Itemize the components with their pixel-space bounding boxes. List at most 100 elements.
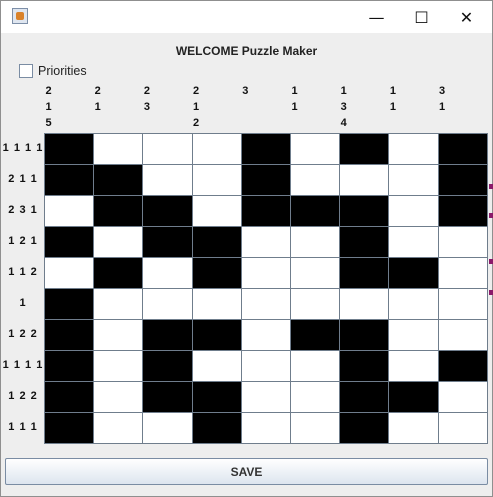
grid-cell[interactable]: [290, 412, 341, 444]
grid-cell[interactable]: [191, 350, 242, 382]
grid-cell[interactable]: [142, 288, 193, 320]
grid-cell[interactable]: [191, 195, 242, 227]
grid-cell[interactable]: [437, 257, 488, 289]
grid-cell[interactable]: [339, 195, 390, 227]
grid-cell[interactable]: [191, 288, 242, 320]
grid-cell[interactable]: [437, 164, 488, 196]
grid-cell[interactable]: [388, 226, 439, 258]
grid-cell[interactable]: [388, 381, 439, 413]
grid-cell[interactable]: [240, 133, 291, 165]
grid-cell[interactable]: [437, 412, 488, 444]
grid-cell[interactable]: [339, 288, 390, 320]
grid-cell[interactable]: [388, 319, 439, 351]
grid-cell[interactable]: [437, 350, 488, 382]
grid-cell[interactable]: [388, 164, 439, 196]
maximize-button[interactable]: ☐: [399, 1, 444, 33]
grid-cell[interactable]: [339, 164, 390, 196]
row-clue: 2 1 1: [8, 173, 38, 185]
grid-cell[interactable]: [93, 164, 144, 196]
grid-cell[interactable]: [240, 257, 291, 289]
close-button[interactable]: ✕: [444, 1, 489, 33]
grid-cell[interactable]: [388, 133, 439, 165]
grid-cell[interactable]: [142, 381, 193, 413]
checkbox-box[interactable]: [19, 64, 33, 78]
grid-cell[interactable]: [44, 412, 95, 444]
grid-cell[interactable]: [290, 226, 341, 258]
grid-cell[interactable]: [191, 226, 242, 258]
grid-cell[interactable]: [388, 412, 439, 444]
grid-cell[interactable]: [290, 381, 341, 413]
grid-cell[interactable]: [388, 350, 439, 382]
grid-cell[interactable]: [290, 319, 341, 351]
column-clue: 3 1: [439, 85, 446, 113]
save-button[interactable]: SAVE: [5, 458, 488, 485]
grid-cell[interactable]: [142, 226, 193, 258]
grid-cell[interactable]: [388, 195, 439, 227]
grid-cell[interactable]: [437, 133, 488, 165]
grid-cell[interactable]: [142, 412, 193, 444]
grid-cell[interactable]: [93, 319, 144, 351]
priorities-checkbox[interactable]: Priorities: [19, 64, 87, 78]
grid-cell[interactable]: [142, 195, 193, 227]
grid-cell[interactable]: [437, 226, 488, 258]
grid-cell[interactable]: [290, 133, 341, 165]
grid-cell[interactable]: [93, 133, 144, 165]
grid-cell[interactable]: [339, 319, 390, 351]
grid-cell[interactable]: [437, 381, 488, 413]
grid-cell[interactable]: [44, 288, 95, 320]
grid-cell[interactable]: [93, 350, 144, 382]
grid-cell[interactable]: [290, 350, 341, 382]
grid-cell[interactable]: [290, 164, 341, 196]
grid-cell[interactable]: [339, 133, 390, 165]
grid-cell[interactable]: [388, 257, 439, 289]
grid-cell[interactable]: [240, 319, 291, 351]
grid-cell[interactable]: [240, 350, 291, 382]
app-window: — ☐ ✕ WELCOME Puzzle Maker Priorities 2 …: [0, 0, 493, 497]
grid-cell[interactable]: [290, 288, 341, 320]
grid-cell[interactable]: [44, 195, 95, 227]
grid-cell[interactable]: [93, 381, 144, 413]
grid-cell[interactable]: [93, 288, 144, 320]
grid-cell[interactable]: [142, 133, 193, 165]
grid-cell[interactable]: [240, 226, 291, 258]
grid-cell[interactable]: [93, 257, 144, 289]
grid-cell[interactable]: [240, 288, 291, 320]
grid-cell[interactable]: [240, 164, 291, 196]
grid-cell[interactable]: [339, 381, 390, 413]
grid-cell[interactable]: [142, 257, 193, 289]
grid-cell[interactable]: [44, 164, 95, 196]
grid-cell[interactable]: [240, 412, 291, 444]
grid-cell[interactable]: [339, 226, 390, 258]
grid-cell[interactable]: [44, 133, 95, 165]
grid-cell[interactable]: [437, 319, 488, 351]
grid-cell[interactable]: [93, 412, 144, 444]
grid-cell[interactable]: [240, 381, 291, 413]
grid-cell[interactable]: [191, 133, 242, 165]
grid-cell[interactable]: [44, 381, 95, 413]
grid-cell[interactable]: [142, 319, 193, 351]
column-clue: 2 1 2: [193, 85, 200, 129]
minimize-button[interactable]: —: [354, 1, 399, 33]
grid-cell[interactable]: [93, 195, 144, 227]
grid-cell[interactable]: [339, 412, 390, 444]
grid-cell[interactable]: [339, 257, 390, 289]
grid-cell[interactable]: [142, 350, 193, 382]
grid-cell[interactable]: [290, 195, 341, 227]
grid-cell[interactable]: [44, 319, 95, 351]
grid-cell[interactable]: [44, 226, 95, 258]
grid-cell[interactable]: [191, 257, 242, 289]
grid-cell[interactable]: [44, 257, 95, 289]
grid-cell[interactable]: [142, 164, 193, 196]
grid-cell[interactable]: [339, 350, 390, 382]
grid-cell[interactable]: [191, 319, 242, 351]
grid-cell[interactable]: [93, 226, 144, 258]
grid-cell[interactable]: [290, 257, 341, 289]
grid-cell[interactable]: [191, 381, 242, 413]
grid-cell[interactable]: [191, 164, 242, 196]
grid-cell[interactable]: [44, 350, 95, 382]
grid-cell[interactable]: [388, 288, 439, 320]
grid-cell[interactable]: [437, 195, 488, 227]
grid-cell[interactable]: [240, 195, 291, 227]
grid-cell[interactable]: [191, 412, 242, 444]
grid-cell[interactable]: [437, 288, 488, 320]
